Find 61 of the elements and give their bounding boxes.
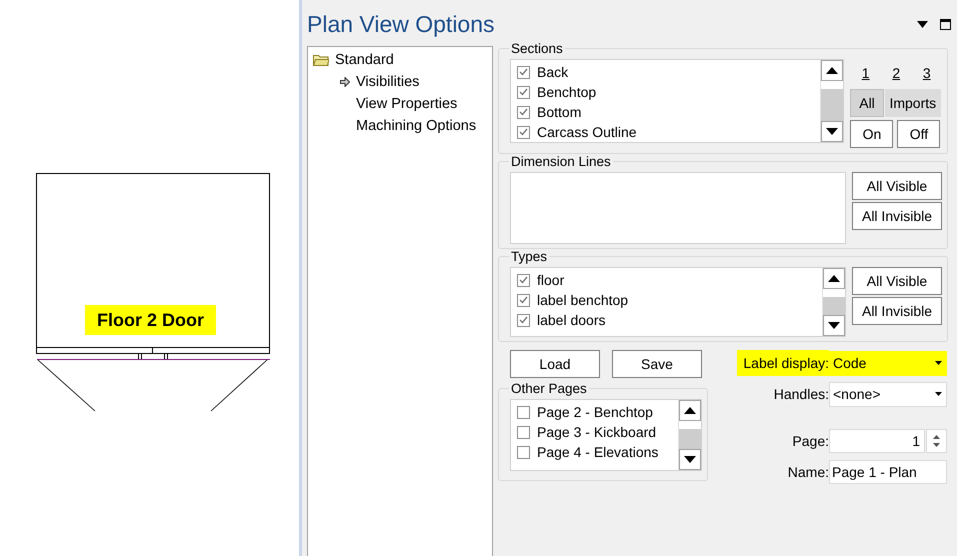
scroll-bar[interactable] <box>820 60 844 142</box>
maximize-icon[interactable] <box>940 18 951 30</box>
folder-icon <box>313 54 329 66</box>
file-button[interactable]: Save <box>612 350 702 378</box>
checkbox[interactable] <box>517 66 530 78</box>
caret-icon <box>935 392 942 396</box>
list-item[interactable]: Page 2 - Benchtop <box>537 404 653 420</box>
panel-title: Plan View Options <box>307 10 496 38</box>
checkbox[interactable] <box>517 294 530 306</box>
field-label: Handles: <box>772 385 829 404</box>
visibility-button[interactable]: All Visible <box>852 267 942 295</box>
group-title: Types <box>509 249 550 264</box>
list-item[interactable]: Benchtop <box>537 84 596 100</box>
checkbox[interactable] <box>517 314 530 326</box>
field-label: Name: <box>786 463 829 482</box>
visibility-button[interactable]: All Invisible <box>852 202 942 230</box>
checkbox[interactable] <box>517 86 530 98</box>
page-link[interactable]: 3 <box>922 64 931 80</box>
tree-item[interactable]: Standard <box>334 52 395 68</box>
visibility-button[interactable]: All Invisible <box>852 297 942 325</box>
field-label: Label display: <box>737 350 829 376</box>
toggle-button[interactable]: On <box>850 120 894 148</box>
page-link[interactable]: 1 <box>862 64 870 80</box>
checkbox[interactable] <box>517 126 530 138</box>
scroll-bar[interactable] <box>678 400 701 470</box>
checkbox[interactable] <box>517 426 530 438</box>
filter-tab[interactable]: Imports <box>884 89 942 117</box>
list-item[interactable]: Carcass Outline <box>537 124 637 140</box>
field-label: Page: <box>791 432 829 451</box>
list-item[interactable]: label doors <box>537 312 606 328</box>
spin-button[interactable] <box>926 429 947 453</box>
toggle-button[interactable]: Off <box>897 120 940 148</box>
group-title: Dimension Lines <box>509 154 613 169</box>
list-item[interactable]: Bottom <box>537 104 582 120</box>
group-title: Sections <box>509 41 565 56</box>
list-item[interactable]: Page 4 - Elevations <box>537 444 658 460</box>
dropdown[interactable]: Code <box>829 350 947 376</box>
page-link[interactable]: 2 <box>892 64 900 80</box>
visibility-button[interactable]: All Visible <box>852 172 942 200</box>
group-title: Other Pages <box>509 381 589 396</box>
list-item[interactable]: Page 3 - Kickboard <box>537 424 656 440</box>
scroll-bar[interactable] <box>822 268 845 336</box>
number-field[interactable]: 1 <box>829 429 925 453</box>
list-item[interactable]: label benchtop <box>537 292 628 308</box>
checkbox[interactable] <box>517 446 530 458</box>
dropdown-icon[interactable] <box>917 20 928 28</box>
checkbox[interactable] <box>517 106 530 118</box>
checkbox[interactable] <box>517 406 530 418</box>
input-field[interactable]: Page 1 - Plan <box>829 460 947 484</box>
spin-arrows-icon <box>933 435 940 447</box>
tree-item[interactable]: View Properties <box>355 96 458 112</box>
tree-item[interactable]: Machining Options <box>355 118 478 134</box>
door-label: Floor 2 Door <box>85 305 216 335</box>
file-button[interactable]: Load <box>510 350 600 378</box>
tree-item[interactable]: Visibilities <box>355 74 420 90</box>
list-item[interactable]: floor <box>537 272 564 288</box>
checkbox[interactable] <box>517 274 530 286</box>
filter-tab[interactable]: All <box>850 89 885 117</box>
list-item[interactable]: Back <box>537 64 568 80</box>
dropdown[interactable]: <none> <box>829 382 947 406</box>
caret-icon <box>935 361 942 365</box>
